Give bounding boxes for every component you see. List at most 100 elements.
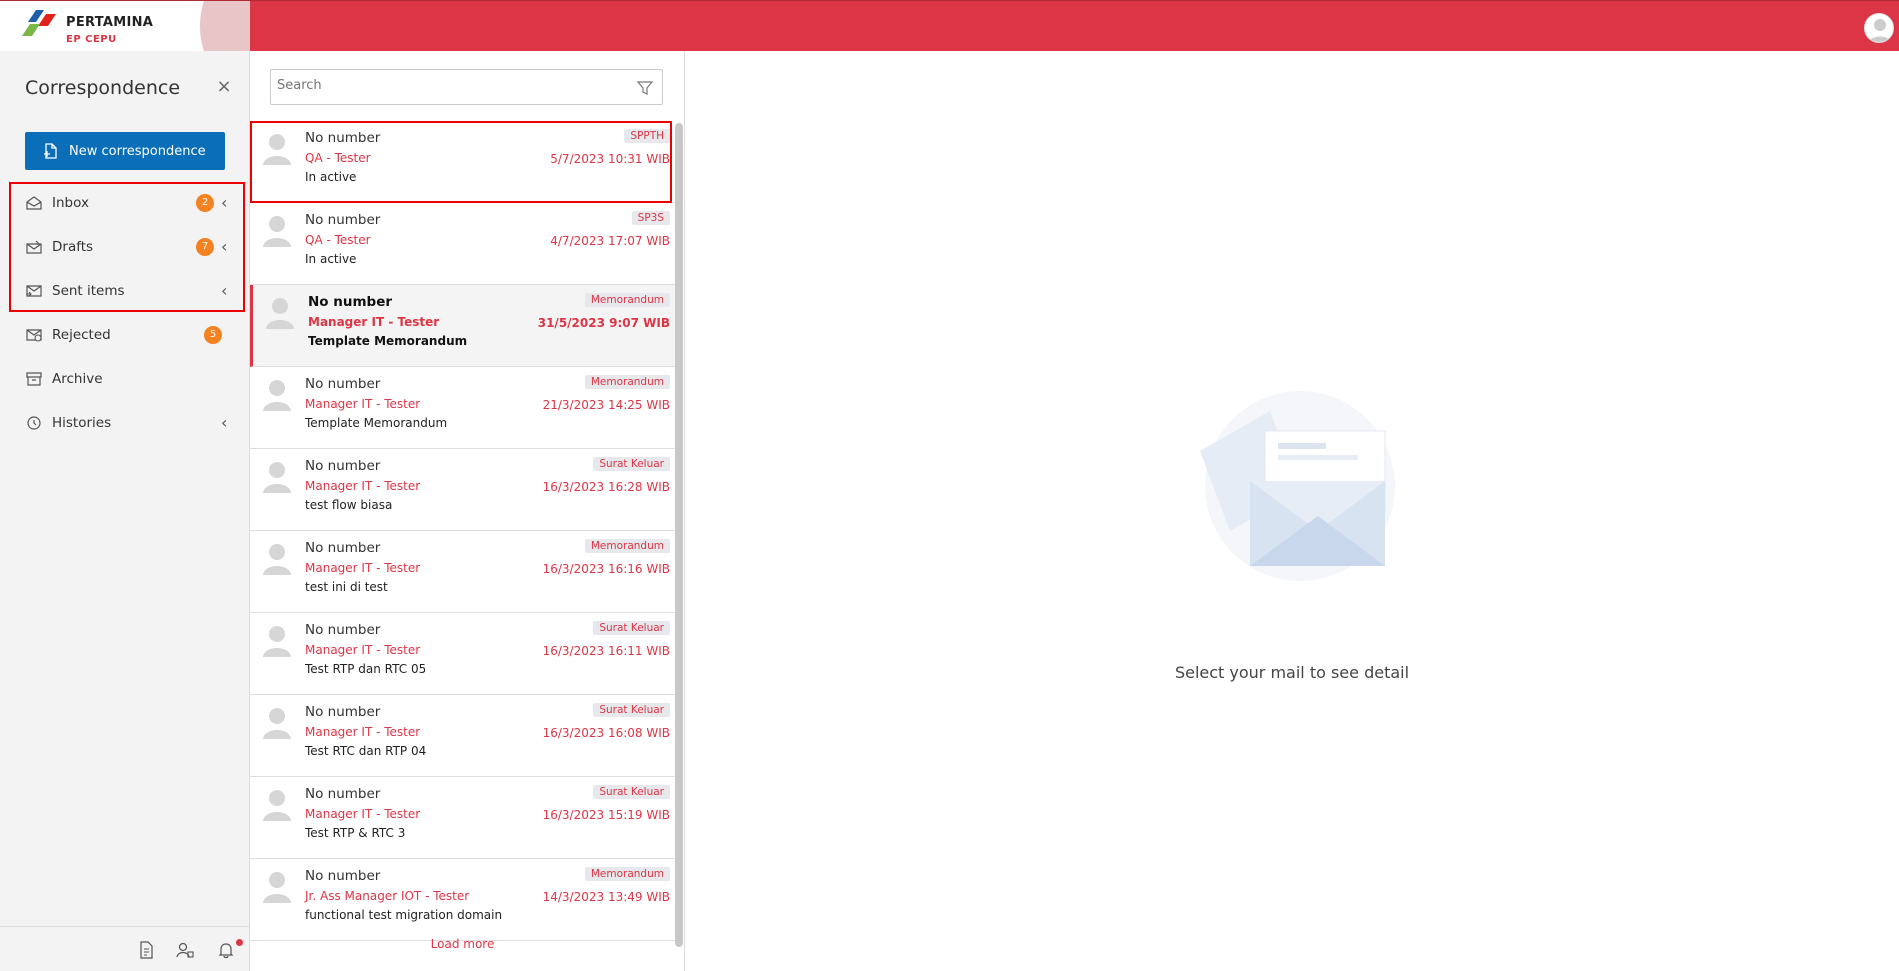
chevron-left-icon[interactable]: ‹: [221, 194, 231, 212]
mail-type-tag: Surat Keluar: [593, 703, 670, 717]
chevron-left-icon[interactable]: ‹: [221, 238, 231, 256]
mail-list-item[interactable]: No number Manager IT - Tester Test RTC dan…: [250, 695, 675, 777]
mail-date: 31/5/2023 9:07 WIB: [537, 316, 670, 330]
mail-number: No number: [305, 786, 381, 802]
sidebar-item-sent-items[interactable]: Sent items ‹: [0, 269, 250, 313]
sidebar-item-inbox[interactable]: Inbox 2 ‹: [0, 181, 250, 225]
mail-subject: test flow biasa: [305, 498, 393, 512]
close-icon[interactable]: ×: [216, 78, 232, 96]
mail-sender: Manager IT - Tester: [305, 561, 421, 575]
mail-list-item[interactable]: No number Manager IT - Tester Template Mem…: [250, 285, 675, 367]
mail-type-tag: Surat Keluar: [593, 457, 670, 471]
mail-subject: Test RTP & RTC 3: [305, 826, 406, 840]
mail-type-tag: Memorandum: [584, 867, 670, 881]
mail-number: No number: [305, 540, 381, 556]
mail-list-item[interactable]: No number Manager IT - Tester Test RTP & R…: [250, 777, 675, 859]
chevron-left-icon[interactable]: ‹: [221, 282, 231, 300]
mail-sender: Manager IT - Tester: [305, 807, 421, 821]
mail-date: 16/3/2023 16:11 WIB: [542, 644, 670, 658]
bell-icon[interactable]: [217, 941, 235, 959]
mail-subject: Test RTP dan RTC 05: [305, 662, 427, 676]
mail-list-item[interactable]: No number Jr. Ass Manager IOT - Tester fun…: [250, 859, 675, 941]
inbox-icon: [26, 196, 42, 210]
new-correspondence-label: New correspondence: [69, 143, 206, 159]
mail-date: 16/3/2023 16:08 WIB: [542, 726, 670, 740]
mail-subject: functional test migration domain: [305, 908, 503, 922]
mail-sender: QA - Tester: [305, 233, 371, 247]
mail-type-tag: Surat Keluar: [593, 621, 670, 635]
brand-name: PERTAMINA: [66, 15, 154, 30]
mail-number: No number: [305, 868, 381, 884]
mail-number: No number: [305, 704, 381, 720]
sidebar-item-label: Histories: [52, 415, 112, 431]
mail-list: No number QA - Tester In active SPPTH 5/7/20…: [250, 121, 675, 941]
mail-date: 16/3/2023 16:16 WIB: [542, 562, 670, 576]
rejected-icon: [26, 329, 42, 342]
avatar-placeholder-icon: [263, 134, 291, 165]
logo-curve-decoration: [200, 1, 250, 52]
sidebar-item-label: Rejected: [52, 327, 111, 343]
mail-number: No number: [305, 130, 381, 146]
search-box[interactable]: [270, 69, 663, 105]
mail-type-tag: Memorandum: [584, 375, 670, 389]
chevron-left-icon[interactable]: ‹: [221, 414, 231, 432]
mail-list-item[interactable]: No number Manager IT - Tester Test RTP dan…: [250, 613, 675, 695]
mail-type-tag: Memorandum: [584, 539, 670, 553]
empty-mail-illustration: [1200, 391, 1395, 581]
rejected-count-badge: 5: [204, 326, 222, 344]
sidebar-item-drafts[interactable]: Drafts 7 ‹: [0, 225, 250, 269]
mail-number: No number: [305, 376, 381, 392]
mail-subject: In active: [305, 252, 357, 266]
mail-sender: Manager IT - Tester: [308, 315, 440, 329]
mail-list-item[interactable]: No number QA - Tester In active SP3S 4/7/202…: [250, 203, 675, 285]
logo[interactable]: PERTAMINA EP CEPU: [0, 1, 250, 52]
avatar-placeholder-icon: [263, 790, 291, 821]
user-settings-icon[interactable]: [176, 941, 194, 959]
avatar-placeholder-icon: [263, 708, 291, 739]
mail-detail-pane: Select your mail to see detail: [685, 51, 1899, 971]
mail-subject: Test RTC dan RTP 04: [305, 744, 427, 758]
new-correspondence-button[interactable]: New correspondence: [25, 132, 225, 170]
load-more-link[interactable]: Load more: [250, 937, 675, 951]
avatar-placeholder-icon: [263, 544, 291, 575]
mail-sender: Manager IT - Tester: [305, 479, 421, 493]
mail-sender: QA - Tester: [305, 151, 371, 165]
mail-list-item[interactable]: No number Manager IT - Tester Template Mem…: [250, 367, 675, 449]
search-input[interactable]: [277, 78, 617, 93]
avatar-placeholder-icon: [263, 380, 291, 411]
sidebar-item-rejected[interactable]: Rejected 5: [0, 313, 250, 357]
mail-subject: In active: [305, 170, 357, 184]
mail-date: 14/3/2023 13:49 WIB: [542, 890, 670, 904]
sidebar-item-label: Archive: [52, 371, 103, 387]
scrollbar[interactable]: [675, 123, 683, 947]
mail-number: No number: [305, 212, 381, 228]
avatar-placeholder-icon: [263, 872, 291, 903]
mail-list-item[interactable]: No number Manager IT - Tester test flow bi…: [250, 449, 675, 531]
filter-icon[interactable]: [636, 79, 654, 97]
mail-number: No number: [305, 622, 381, 638]
sidebar-item-histories[interactable]: Histories ‹: [0, 401, 250, 445]
pertamina-logo-icon: [22, 10, 56, 36]
document-icon[interactable]: [137, 941, 155, 959]
sidebar-footer: [0, 926, 250, 971]
mail-type-tag: Memorandum: [584, 293, 670, 307]
avatar-placeholder-icon: [263, 626, 291, 657]
mail-date: 5/7/2023 10:31 WIB: [550, 152, 670, 166]
sidebar-item-archive[interactable]: Archive: [0, 357, 250, 401]
drafts-icon: [26, 240, 42, 254]
mail-list-item[interactable]: No number Manager IT - Tester test ini di …: [250, 531, 675, 613]
user-icon: [1868, 19, 1892, 42]
mail-date: 4/7/2023 17:07 WIB: [550, 234, 670, 248]
mail-sender: Manager IT - Tester: [305, 397, 421, 411]
mail-date: 21/3/2023 14:25 WIB: [542, 398, 670, 412]
sidebar-item-label: Drafts: [52, 239, 94, 255]
archive-icon: [26, 372, 42, 386]
mail-list-item[interactable]: No number QA - Tester In active SPPTH 5/7/20…: [250, 121, 675, 203]
sidebar-nav: Inbox 2 ‹ Drafts 7 ‹ Sent items ‹ Reject…: [0, 181, 250, 445]
mail-subject: Template Memorandum: [308, 334, 468, 348]
new-document-icon: [44, 143, 57, 159]
user-avatar[interactable]: [1864, 13, 1894, 43]
sidebar-item-label: Inbox: [52, 195, 89, 211]
notification-dot: [236, 939, 243, 946]
mail-type-tag: Surat Keluar: [593, 785, 670, 799]
